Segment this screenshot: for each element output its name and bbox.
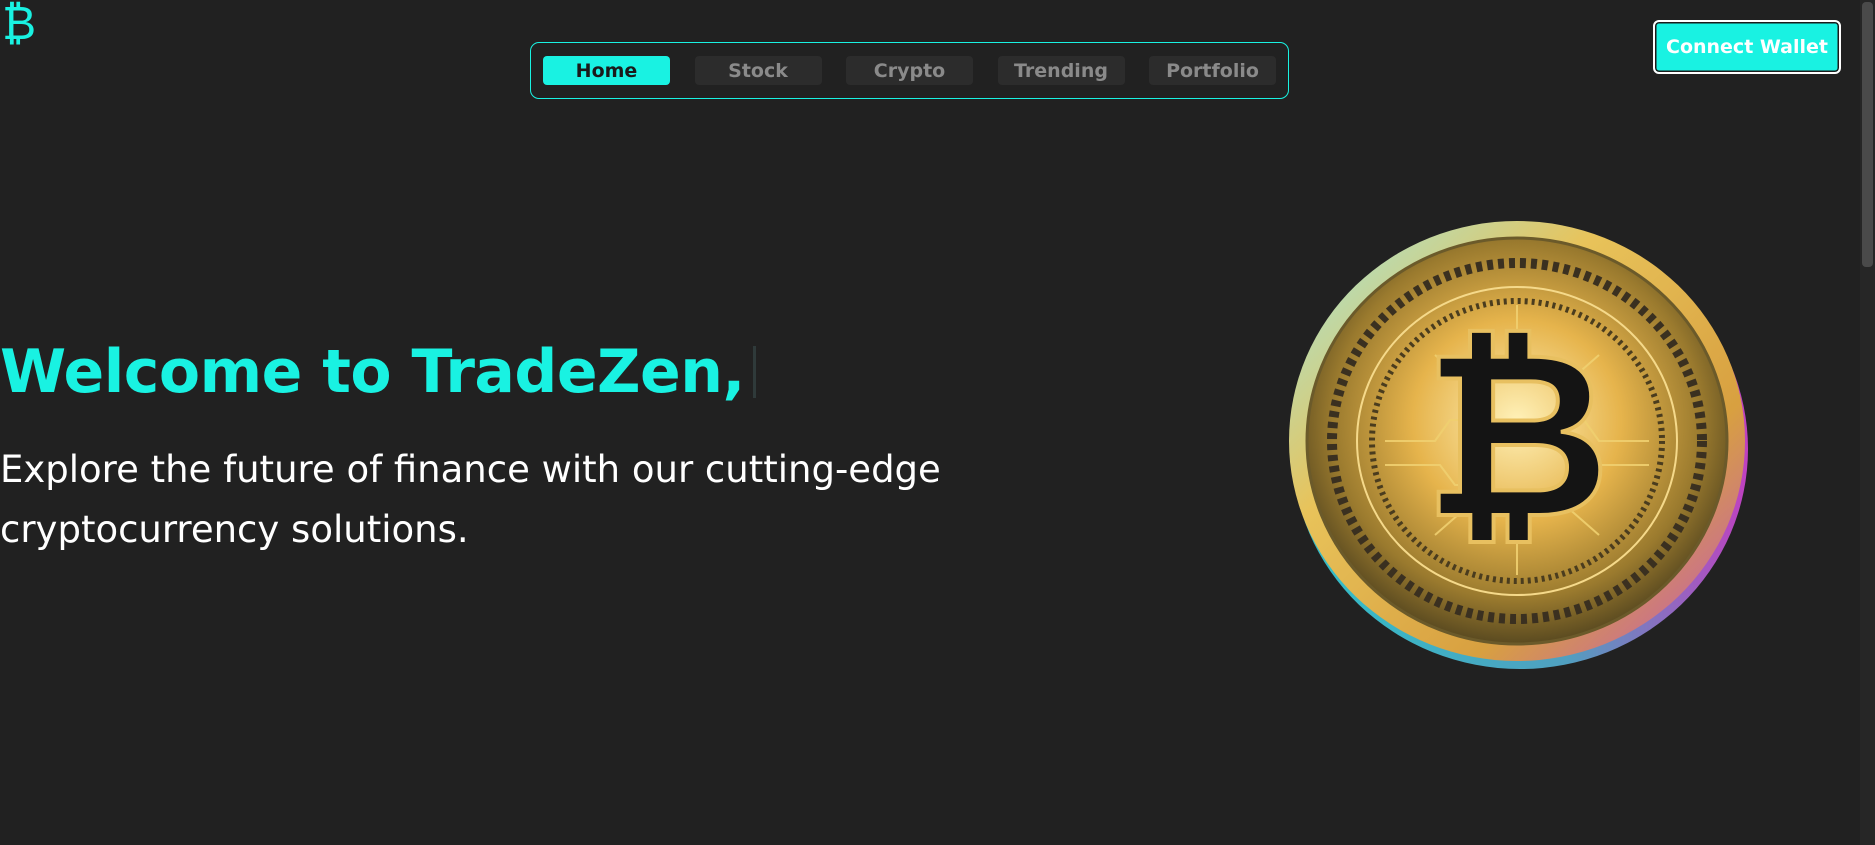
tab-home[interactable]: Home — [543, 56, 670, 85]
hero-title: Welcome to TradeZen, — [0, 336, 756, 408]
bitcoin-logo-icon[interactable]: ₿ — [2, 0, 36, 46]
page-scrollbar[interactable] — [1860, 0, 1875, 845]
bitcoin-coin-image: ₿ — [1285, 215, 1750, 670]
bitcoin-coin-icon: ₿ — [1289, 221, 1748, 669]
tab-portfolio[interactable]: Portfolio — [1149, 56, 1276, 85]
svg-text:₿: ₿ — [1423, 303, 1610, 570]
main-nav: Home Stock Crypto Trending Portfolio — [530, 42, 1289, 99]
tab-stock[interactable]: Stock — [694, 56, 822, 85]
hero-title-text: Welcome to TradeZen, — [0, 337, 745, 407]
tab-trending[interactable]: Trending — [997, 56, 1125, 85]
hero-subtitle: Explore the future of finance with our c… — [0, 448, 941, 551]
typing-cursor — [752, 346, 756, 398]
page: ₿ Home Stock Crypto Trending Portfolio C… — [0, 0, 1875, 845]
tab-crypto[interactable]: Crypto — [846, 56, 973, 85]
connect-wallet-button[interactable]: Connect Wallet — [1653, 20, 1841, 74]
scrollbar-thumb[interactable] — [1862, 2, 1873, 267]
